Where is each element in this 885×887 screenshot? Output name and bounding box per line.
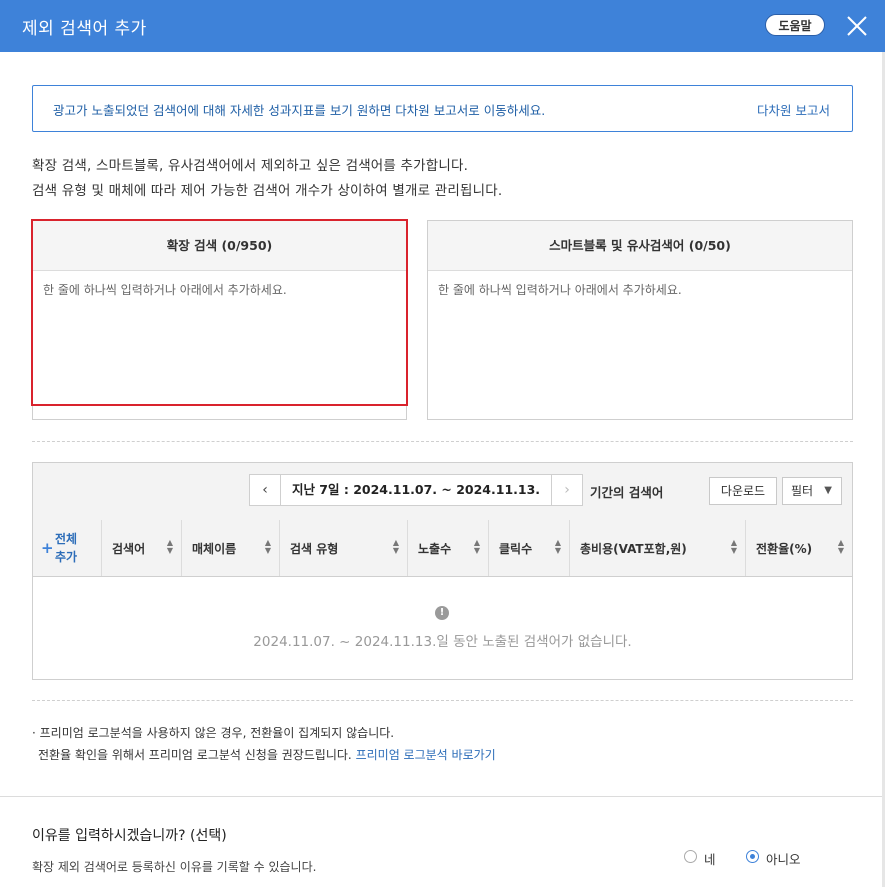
column-header-impressions[interactable]: 노출수 ▲ ▼ — [408, 520, 489, 576]
close-icon[interactable] — [845, 14, 869, 38]
column-header-keyword[interactable]: 검색어 ▲ ▼ — [102, 520, 182, 576]
filter-label: 필터 — [791, 484, 814, 498]
plus-icon: + — [41, 539, 54, 557]
empty-message: 2024.11.07. ~ 2024.11.13.일 동안 노출된 검색어가 없… — [253, 634, 632, 650]
description-line-2: 검색 유형 및 매체에 따라 제어 가능한 검색어 개수가 상이하여 별개로 관… — [32, 183, 503, 199]
column-label: 검색어 — [112, 542, 146, 556]
multidimensional-report-link[interactable]: 다차원 보고서 — [757, 100, 830, 119]
date-navigator: ‹ 지난 7일 : 2024.11.07. ~ 2024.11.13. › — [249, 474, 583, 506]
column-label: 매체이름 — [192, 542, 237, 556]
expanded-search-textarea[interactable]: 한 줄에 하나씩 입력하거나 아래에서 추가하세요. — [33, 271, 406, 308]
sort-icon: ▲ ▼ — [730, 538, 737, 555]
section-divider — [0, 796, 882, 797]
info-message: 광고가 노출되었던 검색어에 대해 자세한 성과지표를 보기 원하면 다차원 보… — [53, 103, 546, 118]
sort-icon: ▲ ▼ — [166, 538, 173, 555]
add-all-button[interactable]: + 전체 추가 — [33, 520, 102, 576]
filter-dropdown[interactable]: 필터 ▼ — [782, 477, 842, 505]
divider — [32, 700, 853, 701]
empty-state: ! 2024.11.07. ~ 2024.11.13.일 동안 노출된 검색어가… — [33, 576, 852, 679]
chevron-down-icon: ▼ — [824, 485, 832, 496]
note-line-2: 전환율 확인을 위해서 프리미엄 로그분석 신청을 권장드립니다. 프리미엄 로… — [38, 746, 496, 763]
radio-circle[interactable] — [684, 850, 697, 863]
column-label: 전환율(%) — [756, 542, 813, 556]
dialog-title-bar: 제외 검색어 추가 도움말 — [0, 0, 885, 52]
sort-icon: ▲ ▼ — [473, 538, 480, 555]
note-line-1: · 프리미엄 로그분석을 사용하지 않은 경우, 전환율이 집계되지 않습니다. — [32, 726, 395, 740]
note-line-2-text: 전환율 확인을 위해서 프리미엄 로그분석 신청을 권장드립니다. — [38, 748, 352, 762]
divider — [32, 441, 853, 442]
table-toolbar: ‹ 지난 7일 : 2024.11.07. ~ 2024.11.13. › 기간… — [33, 463, 852, 521]
sort-icon: ▲ ▼ — [392, 538, 399, 555]
info-banner: 광고가 노출되었던 검색어에 대해 자세한 성과지표를 보기 원하면 다차원 보… — [32, 85, 853, 132]
column-label: 총비용(VAT포함,원) — [580, 542, 687, 556]
reason-description: 확장 제외 검색어로 등록하신 이유를 기록할 수 있습니다. — [32, 860, 317, 874]
reason-title: 이유를 입력하시겠습니까? (선택) — [32, 828, 227, 844]
radio-label: 네 — [704, 852, 716, 867]
expanded-search-panel: 확장 검색 (0/950) 한 줄에 하나씩 입력하거나 아래에서 추가하세요. — [32, 220, 407, 420]
smartblock-panel: 스마트블록 및 유사검색어 (0/50) 한 줄에 하나씩 입력하거나 아래에서… — [427, 220, 853, 420]
column-header-conversion-rate[interactable]: 전환율(%) ▲ ▼ — [746, 520, 852, 576]
smartblock-textarea[interactable]: 한 줄에 하나씩 입력하거나 아래에서 추가하세요. — [428, 271, 852, 308]
premium-analytics-link[interactable]: 프리미엄 로그분석 바로가기 — [356, 748, 496, 762]
chevron-right-icon[interactable]: › — [551, 475, 582, 505]
column-label: 검색 유형 — [290, 542, 339, 556]
help-button[interactable]: 도움말 — [765, 14, 825, 36]
dialog-title: 제외 검색어 추가 — [22, 19, 147, 39]
column-header-clicks[interactable]: 클릭수 ▲ ▼ — [489, 520, 570, 576]
add-all-label-1: 전체 — [55, 532, 78, 546]
search-terms-table: ‹ 지난 7일 : 2024.11.07. ~ 2024.11.13. › 기간… — [32, 462, 853, 680]
column-header-total-cost[interactable]: 총비용(VAT포함,원) ▲ ▼ — [570, 520, 746, 576]
column-label: 노출수 — [418, 542, 452, 556]
table-header: + 전체 추가 검색어 ▲ ▼ 매체이름 ▲ ▼ 검색 유형 ▲ ▼ 노출수 ▲ ▼ 클… — [33, 520, 852, 577]
column-header-search-type[interactable]: 검색 유형 ▲ ▼ — [280, 520, 408, 576]
smartblock-header: 스마트블록 및 유사검색어 (0/50) — [428, 221, 852, 271]
download-button[interactable]: 다운로드 — [709, 477, 777, 505]
column-label: 클릭수 — [499, 542, 533, 556]
radio-circle-selected[interactable] — [746, 850, 759, 863]
radio-label: 아니오 — [766, 852, 801, 867]
sort-icon: ▲ ▼ — [837, 538, 844, 555]
sort-icon: ▲ ▼ — [554, 538, 561, 555]
add-all-label-2: 추가 — [55, 550, 78, 564]
period-label: 기간의 검색어 — [590, 485, 664, 500]
date-range[interactable]: 지난 7일 : 2024.11.07. ~ 2024.11.13. — [280, 475, 552, 505]
expanded-search-header: 확장 검색 (0/950) — [33, 221, 406, 271]
chevron-left-icon[interactable]: ‹ — [250, 475, 281, 505]
column-header-media[interactable]: 매체이름 ▲ ▼ — [182, 520, 280, 576]
alert-icon: ! — [435, 606, 449, 620]
description-line-1: 확장 검색, 스마트블록, 유사검색어에서 제외하고 싶은 검색어를 추가합니다… — [32, 158, 469, 174]
sort-icon: ▲ ▼ — [264, 538, 271, 555]
